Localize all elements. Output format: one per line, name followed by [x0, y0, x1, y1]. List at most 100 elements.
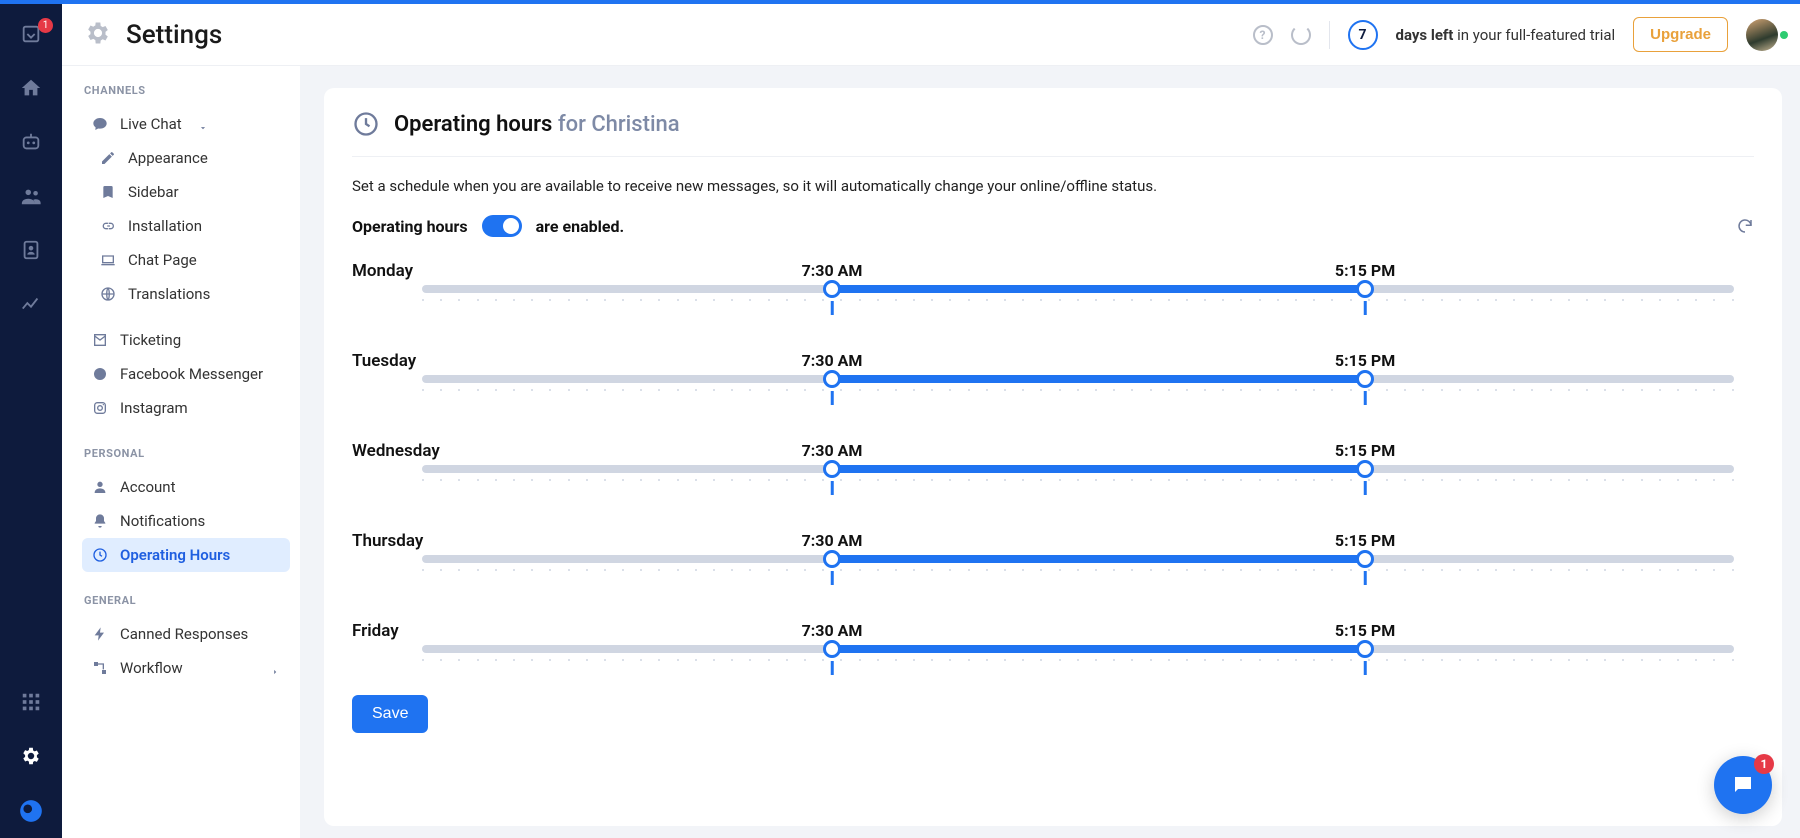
sidebar-item-label: Ticketing — [120, 331, 181, 349]
time-slider-track[interactable] — [422, 375, 1734, 383]
mail-icon — [92, 332, 108, 348]
day-label: Monday — [352, 261, 422, 281]
day-label: Tuesday — [352, 351, 422, 371]
panel-description: Set a schedule when you are available to… — [352, 177, 1754, 195]
sidebar-item-account[interactable]: Account — [82, 470, 290, 504]
save-button[interactable]: Save — [352, 695, 428, 733]
brand-logo — [18, 798, 44, 824]
time-slider-track[interactable] — [422, 465, 1734, 473]
schedule-row: Friday 7:30 AM 5:15 PM — [352, 621, 1754, 665]
avatar[interactable] — [1746, 19, 1778, 51]
sidebar-item-sidebar[interactable]: Sidebar — [82, 175, 290, 209]
sidebar-item-operating-hours[interactable]: Operating Hours — [82, 538, 290, 572]
messenger-icon — [92, 366, 108, 382]
day-label: Friday — [352, 621, 422, 641]
slider-end-handle[interactable] — [1356, 280, 1374, 298]
enable-label: Operating hours — [352, 217, 468, 236]
inbox-icon[interactable]: 1 — [19, 22, 43, 46]
sidebar-item-label: Appearance — [128, 149, 208, 167]
schedule-row: Monday 7:30 AM 5:15 PM — [352, 261, 1754, 305]
day-label: Wednesday — [352, 441, 422, 461]
slider-start-handle[interactable] — [823, 640, 841, 658]
schedule-row: Wednesday 7:30 AM 5:15 PM — [352, 441, 1754, 485]
sidebar-item-label: Instagram — [120, 399, 188, 417]
header: Settings ? 7 days left in your full-feat… — [62, 4, 1800, 66]
schedule-row: Tuesday 7:30 AM 5:15 PM — [352, 351, 1754, 395]
sidebar-item-live-chat[interactable]: Live Chat — [82, 107, 290, 141]
sidebar-item-workflow[interactable]: Workflow — [82, 651, 290, 685]
end-time-label: 5:15 PM — [1335, 261, 1395, 280]
sidebar-item-installation[interactable]: Installation — [82, 209, 290, 243]
start-time-label: 7:30 AM — [802, 441, 863, 460]
schedule-row: Thursday 7:30 AM 5:15 PM — [352, 531, 1754, 575]
time-slider-track[interactable] — [422, 285, 1734, 293]
bot-icon[interactable] — [19, 130, 43, 154]
start-time-label: 7:30 AM — [802, 531, 863, 550]
divider — [1329, 21, 1330, 49]
gear-icon — [84, 19, 112, 51]
operating-hours-panel: Operating hours for Christina Set a sche… — [324, 88, 1782, 826]
left-rail: 1 — [0, 4, 62, 838]
sidebar-item-ticketing[interactable]: Ticketing — [82, 323, 290, 357]
sidebar-item-notifications[interactable]: Notifications — [82, 504, 290, 538]
sidebar-item-label: Canned Responses — [120, 625, 248, 643]
slider-end-handle[interactable] — [1356, 460, 1374, 478]
sidebar-item-label: Workflow — [120, 659, 183, 677]
trial-days-badge: 7 — [1348, 20, 1378, 50]
start-time-label: 7:30 AM — [802, 261, 863, 280]
sidebar-item-facebook-messenger[interactable]: Facebook Messenger — [82, 357, 290, 391]
sidebar-group-personal: PERSONAL — [84, 447, 290, 460]
sidebar-item-chat-page[interactable]: Chat Page — [82, 243, 290, 277]
home-icon[interactable] — [19, 76, 43, 100]
refresh-icon[interactable] — [1736, 217, 1754, 235]
slider-end-handle[interactable] — [1356, 640, 1374, 658]
chat-badge: 1 — [1754, 754, 1774, 774]
end-time-label: 5:15 PM — [1335, 441, 1395, 460]
people-icon[interactable] — [19, 184, 43, 208]
chevron-down-icon — [198, 119, 208, 129]
slider-start-handle[interactable] — [823, 460, 841, 478]
sidebar-item-translations[interactable]: Translations — [82, 277, 290, 311]
laptop-icon — [100, 252, 116, 268]
sidebar-item-instagram[interactable]: Instagram — [82, 391, 290, 425]
start-time-label: 7:30 AM — [802, 621, 863, 640]
slider-start-handle[interactable] — [823, 370, 841, 388]
sidebar-item-label: Chat Page — [128, 251, 197, 269]
link-icon — [100, 218, 116, 234]
chat-launcher-button[interactable]: 1 — [1714, 756, 1772, 814]
operating-hours-toggle[interactable] — [482, 215, 522, 237]
start-time-label: 7:30 AM — [802, 351, 863, 370]
contacts-icon[interactable] — [19, 238, 43, 262]
apps-icon[interactable] — [19, 690, 43, 714]
trial-text: days left in your full-featured trial — [1396, 26, 1616, 44]
time-slider-track[interactable] — [422, 645, 1734, 653]
sidebar-item-label: Live Chat — [120, 115, 182, 133]
sidebar-item-label: Installation — [128, 217, 202, 235]
slider-start-handle[interactable] — [823, 280, 841, 298]
clock-icon — [92, 547, 108, 563]
globe-icon — [100, 286, 116, 302]
sidebar-item-canned-responses[interactable]: Canned Responses — [82, 617, 290, 651]
analytics-icon[interactable] — [19, 292, 43, 316]
slider-start-handle[interactable] — [823, 550, 841, 568]
help-icon[interactable]: ? — [1253, 25, 1273, 45]
day-label: Thursday — [352, 531, 422, 551]
sidebar-item-label: Notifications — [120, 512, 205, 530]
sync-icon[interactable] — [1291, 25, 1311, 45]
page-title: Settings — [126, 20, 222, 50]
sidebar-group-channels: CHANNELS — [84, 84, 290, 97]
slider-end-handle[interactable] — [1356, 370, 1374, 388]
pencil-icon — [100, 150, 116, 166]
enable-state: are enabled. — [536, 217, 625, 236]
clock-icon — [352, 110, 380, 138]
settings-icon[interactable] — [19, 744, 43, 768]
time-slider-track[interactable] — [422, 555, 1734, 563]
upgrade-button[interactable]: Upgrade — [1633, 17, 1728, 52]
workflow-icon — [92, 660, 108, 676]
sidebar-item-appearance[interactable]: Appearance — [82, 141, 290, 175]
person-icon — [92, 479, 108, 495]
bookmark-icon — [100, 184, 116, 200]
inbox-badge: 1 — [38, 18, 53, 33]
slider-end-handle[interactable] — [1356, 550, 1374, 568]
chat-bubble-icon — [92, 116, 108, 132]
